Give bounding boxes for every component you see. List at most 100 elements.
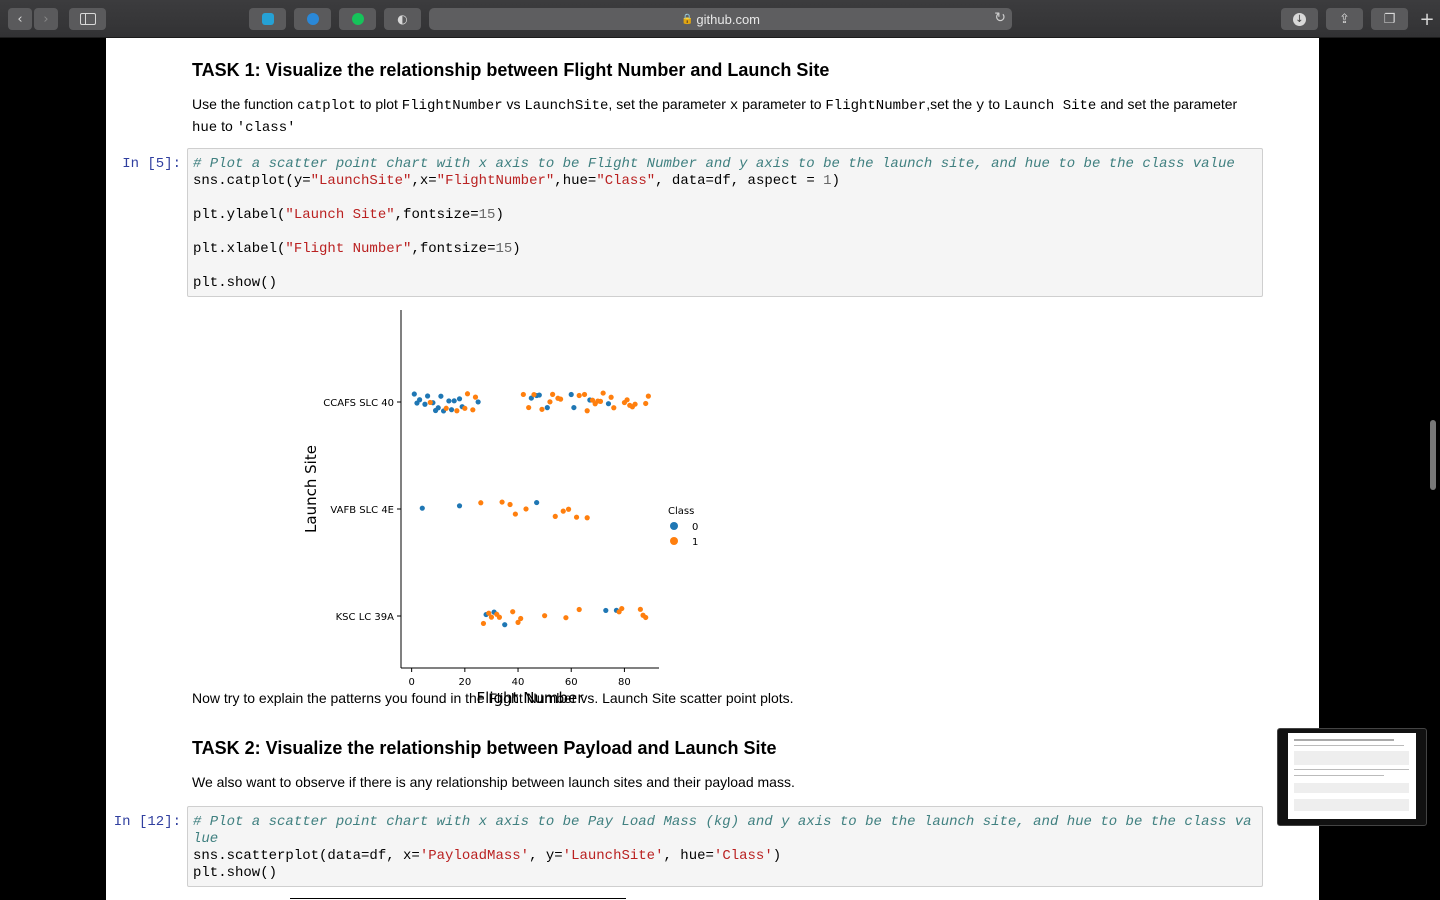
data-point-class-1 — [576, 392, 582, 399]
data-point-class-1 — [550, 391, 556, 397]
data-point-class-1 — [552, 513, 558, 519]
data-point-class-1 — [512, 511, 518, 517]
data-point-class-0 — [411, 391, 417, 397]
data-point-class-1 — [523, 506, 529, 512]
code-line: plt.show() — [193, 275, 278, 291]
extension-button-2[interactable] — [294, 8, 331, 30]
reload-icon[interactable]: ↻ — [994, 10, 1006, 26]
extension-button-3[interactable] — [339, 8, 376, 30]
code-line: plt.show() — [193, 865, 278, 881]
data-point-class-1 — [560, 508, 566, 514]
next-chart-border — [290, 898, 626, 899]
data-point-class-1 — [454, 408, 460, 414]
share-button[interactable]: ⇪ — [1326, 8, 1363, 30]
data-point-class-1 — [576, 606, 582, 613]
x-tick-label: 80 — [618, 677, 631, 688]
x-tick-label: 40 — [512, 677, 525, 688]
data-point-class-0 — [456, 503, 463, 509]
data-point-class-0 — [424, 393, 431, 399]
new-tab-button[interactable]: + — [1416, 8, 1438, 30]
legend-marker-class-1 — [670, 537, 678, 545]
x-tick-label: 0 — [408, 677, 414, 688]
data-point-class-1 — [573, 514, 580, 520]
y-tick-label: VAFB SLC 4E — [330, 505, 394, 516]
data-point-class-1 — [462, 405, 468, 411]
data-point-class-0 — [475, 399, 481, 405]
data-point-class-1 — [565, 506, 572, 512]
code-cell-12[interactable]: # Plot a scatter point chart with x axis… — [187, 806, 1263, 887]
data-point-class-1 — [542, 613, 548, 619]
code-line: plt.ylabel("Launch Site",fontsize=15) — [193, 207, 504, 223]
data-point-class-0 — [419, 505, 425, 511]
chevron-left-icon: ‹ — [17, 11, 23, 27]
data-point-class-0 — [502, 622, 508, 628]
screenshot-thumbnail[interactable] — [1277, 728, 1427, 826]
data-point-class-0 — [534, 499, 540, 506]
data-point-class-1 — [470, 407, 476, 413]
x-tick-label: 20 — [458, 677, 471, 688]
data-point-class-0 — [446, 398, 452, 404]
data-point-class-1 — [531, 391, 537, 398]
sidebar-button[interactable] — [69, 8, 106, 30]
url-text: github.com — [696, 11, 761, 27]
data-point-class-1 — [619, 605, 625, 612]
extension-button-4[interactable]: ◐ — [384, 8, 421, 30]
blue-circle-icon — [306, 13, 319, 25]
data-point-class-1 — [581, 391, 588, 398]
data-point-class-0 — [536, 392, 542, 398]
page-scrollbar[interactable] — [1430, 420, 1436, 490]
task2-heading: TASK 2: Visualize the relationship betwe… — [192, 738, 777, 758]
data-point-class-0 — [544, 405, 550, 411]
explain-text: Now try to explain the patterns you foun… — [192, 690, 794, 706]
data-point-class-1 — [608, 394, 614, 400]
code-line: plt.xlabel("Flight Number",fontsize=15) — [193, 241, 521, 257]
data-point-class-1 — [645, 393, 651, 399]
sidebar-icon — [79, 13, 96, 25]
data-point-class-1 — [520, 391, 526, 398]
data-point-class-0 — [568, 391, 574, 398]
code-cell-5[interactable]: # Plot a scatter point chart with x axis… — [187, 148, 1263, 297]
legend-title: Class — [668, 506, 694, 517]
data-point-class-0 — [422, 401, 428, 407]
extension-button-1[interactable] — [249, 8, 286, 30]
back-button[interactable]: ‹ — [8, 8, 32, 30]
y-tick-label: CCAFS SLC 40 — [323, 398, 394, 409]
legend-label: 0 — [692, 522, 698, 533]
data-point-class-0 — [435, 405, 441, 411]
lock-icon: 🔒 — [680, 13, 694, 25]
data-point-class-1 — [557, 396, 564, 402]
data-point-class-1 — [472, 394, 479, 400]
code-comment: lue — [193, 831, 219, 847]
data-point-class-1 — [496, 614, 503, 620]
data-point-class-0 — [451, 398, 457, 404]
data-point-class-0 — [605, 401, 612, 407]
data-point-class-1 — [499, 499, 505, 505]
code-line: sns.scatterplot(data=df, x='PayloadMass'… — [193, 848, 782, 864]
plus-icon: + — [1419, 8, 1435, 30]
tabs-button[interactable]: ❐ — [1371, 8, 1408, 30]
data-point-class-1 — [584, 408, 590, 414]
y-tick-label: KSC LC 39A — [336, 612, 395, 623]
y-axis-label: Launch Site — [302, 445, 320, 533]
data-point-class-1 — [643, 614, 649, 621]
thumbnail-preview — [1288, 733, 1416, 819]
data-point-class-1 — [584, 515, 590, 521]
code-line: sns.catplot(y="LaunchSite",x="FlightNumb… — [193, 173, 840, 189]
data-point-class-0 — [448, 407, 455, 413]
data-point-class-1 — [632, 401, 638, 407]
data-point-class-1 — [547, 399, 553, 405]
address-bar[interactable]: 🔒 github.com ↻ — [429, 8, 1012, 30]
cell12-prompt: In [12]: — [113, 814, 181, 830]
data-point-class-0 — [571, 404, 577, 411]
downloads-button[interactable]: ↓ — [1281, 8, 1318, 30]
data-point-class-1 — [611, 405, 617, 411]
cell5-prompt: In [5]: — [122, 156, 181, 172]
data-point-class-1 — [643, 400, 649, 407]
forward-button[interactable]: › — [34, 8, 58, 30]
data-point-class-1 — [478, 500, 484, 506]
data-point-class-0 — [603, 607, 609, 614]
data-point-class-1 — [518, 615, 524, 622]
data-point-class-1 — [539, 406, 545, 412]
code-comment: # Plot a scatter point chart with x axis… — [193, 814, 1252, 830]
data-point-class-1 — [427, 399, 433, 406]
